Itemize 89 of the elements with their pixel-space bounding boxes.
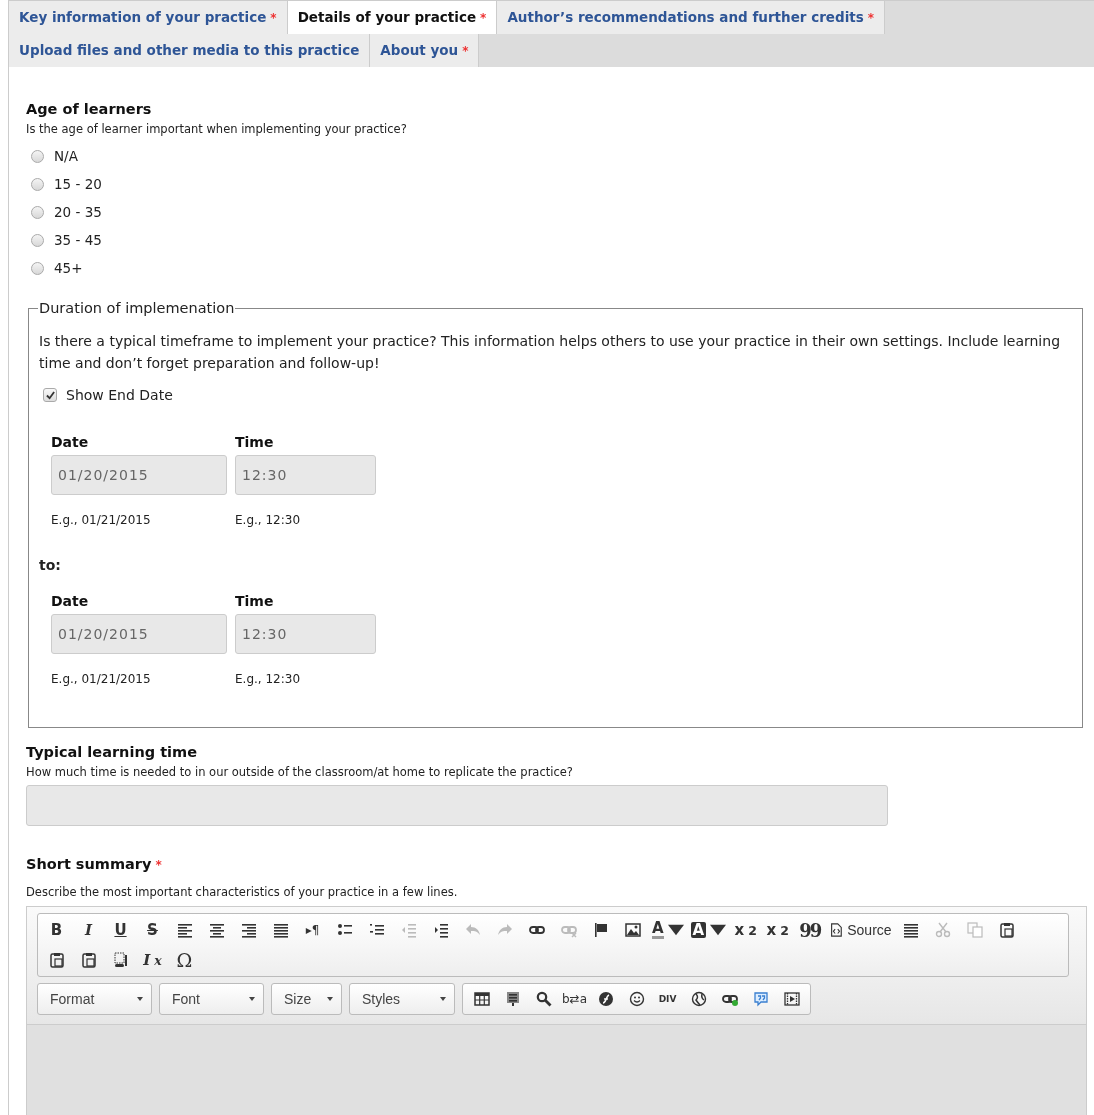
align-center-icon[interactable] [208, 922, 225, 938]
tab[interactable]: Upload files and other media to this practice [9, 34, 371, 67]
field-hint: E.g., 01/21/2015 [51, 672, 152, 686]
background-color-button[interactable]: A [690, 918, 727, 942]
direction-button[interactable]: ▸¶ [300, 918, 325, 942]
field-label: Date [51, 593, 90, 609]
table-icon[interactable] [473, 991, 490, 1007]
search-icon[interactable] [535, 991, 552, 1007]
dropdown[interactable]: Format [37, 983, 152, 1015]
dropdown[interactable]: Size [271, 983, 342, 1015]
required-mark: * [270, 11, 277, 25]
caret-icon [440, 997, 446, 1001]
bold-button[interactable]: B [44, 918, 69, 942]
caret-icon [137, 997, 143, 1001]
section-heading: Typical learning time [26, 744, 198, 760]
description-text: Is there a typical timeframe to implement your practice? This information helps others to use your practice in their own settings. Include learning time and don’t forget preparation and follow-up! [39, 332, 1061, 373]
time-field[interactable]: 12:30 [235, 614, 376, 654]
align-left-icon[interactable] [176, 922, 193, 938]
tab[interactable]: Details of your practice * [287, 1, 498, 34]
speech-bubble-icon[interactable] [752, 991, 769, 1007]
required-mark: * [462, 44, 469, 58]
checkbox-label: Show End Date [66, 387, 173, 403]
radio-label: 20 - 35 [54, 204, 102, 220]
date-field[interactable]: 01/20/2015 [51, 614, 227, 654]
tab[interactable]: Author’s recommendations and further credits * [497, 1, 886, 34]
range-label: to: [39, 557, 62, 573]
horizontal-line-icon[interactable] [903, 922, 920, 938]
radio-label: 45+ [54, 260, 83, 276]
template-icon[interactable] [504, 991, 521, 1007]
input-field[interactable] [26, 785, 888, 826]
field-hint: E.g., 12:30 [235, 672, 302, 686]
question-text: How much time is needed to in our outside of the classroom/at home to replicate the practice? [26, 765, 574, 779]
radio-button[interactable] [31, 177, 44, 191]
select-all-icon[interactable] [112, 952, 129, 968]
required-mark: * [867, 11, 875, 25]
radio-label: 35 - 45 [54, 232, 102, 248]
film-icon[interactable] [783, 991, 800, 1007]
blockquote-button[interactable]: 99 [797, 918, 823, 942]
radio-label: 15 - 20 [54, 176, 102, 192]
date-field[interactable]: 01/20/2015 [51, 455, 227, 495]
bullet-list-icon[interactable] [336, 922, 353, 938]
dropdown[interactable]: Font [159, 983, 264, 1015]
tab[interactable]: Key information of your practice * [9, 1, 288, 34]
flag-icon[interactable] [592, 922, 609, 938]
checkbox[interactable] [43, 388, 57, 402]
field-label: Date [51, 434, 90, 450]
field-label: Time [235, 434, 275, 450]
align-right-icon[interactable] [240, 922, 257, 938]
replace-button[interactable]: b⇄a [562, 987, 588, 1011]
field-hint: E.g., 01/21/2015 [51, 513, 152, 527]
strike-button[interactable]: S [140, 918, 165, 942]
section-heading: Short summary [26, 856, 152, 872]
radio-button[interactable] [31, 261, 44, 275]
indent-icon[interactable] [432, 922, 449, 938]
dropdown[interactable]: Styles [349, 983, 455, 1015]
field-label: Time [235, 593, 275, 609]
globe-icon[interactable] [690, 991, 707, 1007]
tab[interactable]: About you * [370, 34, 480, 67]
smiley-icon[interactable] [628, 991, 645, 1007]
special-char-button[interactable]: Ω [172, 948, 197, 972]
clipboard-icon[interactable] [48, 952, 65, 968]
source-button[interactable]: Source [829, 918, 892, 942]
italic-button[interactable]: I [76, 918, 101, 942]
caret-icon [249, 997, 255, 1001]
required-mark: * [480, 11, 487, 25]
caret-icon [667, 922, 684, 938]
justify-icon[interactable] [272, 922, 289, 938]
clipboard-icon[interactable] [80, 952, 97, 968]
radio-button[interactable] [31, 233, 44, 247]
text-color-button[interactable]: A [652, 918, 684, 942]
section-heading: Age of learners [26, 101, 153, 117]
required-mark: * [155, 858, 162, 872]
flash-icon[interactable] [597, 991, 614, 1007]
document-icon [829, 922, 844, 938]
clipboard-icon[interactable] [999, 922, 1016, 938]
radio-label: N/A [54, 148, 78, 164]
question-text: Describe the most important characteristics of your practice in a few lines. [26, 885, 459, 899]
time-field[interactable]: 12:30 [235, 455, 376, 495]
question-text: Is the age of learner important when implementing your practice? [26, 122, 408, 136]
radio-button[interactable] [31, 149, 44, 163]
radio-button[interactable] [31, 205, 44, 219]
image-icon[interactable] [624, 922, 641, 938]
caret-icon [710, 922, 727, 938]
numbered-list-icon[interactable] [368, 922, 385, 938]
fieldset-legend: Duration of implemenation [38, 300, 236, 316]
field-hint: E.g., 12:30 [235, 513, 302, 527]
underline-button[interactable]: U [108, 918, 133, 942]
caret-icon [327, 997, 333, 1001]
div-button[interactable]: DIV [655, 987, 681, 1011]
